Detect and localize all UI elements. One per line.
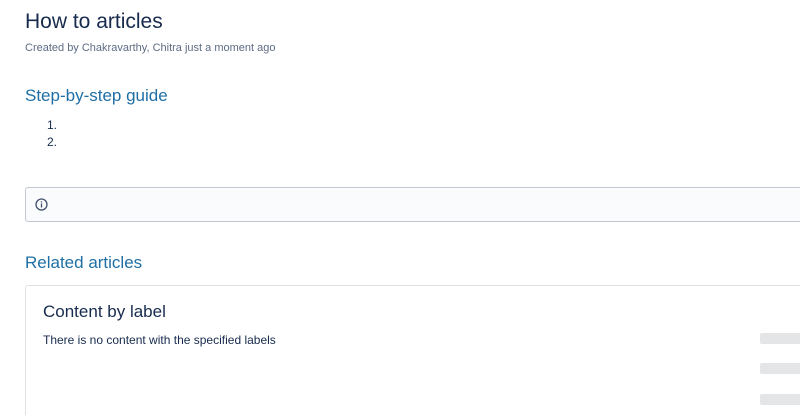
confluence-page: How to articles Created by Chakravarthy,… <box>0 0 800 415</box>
step-item[interactable]: 1. <box>47 117 57 134</box>
loading-placeholder <box>760 333 800 344</box>
info-panel[interactable] <box>25 187 800 222</box>
related-articles-heading: Related articles <box>25 253 143 272</box>
page-byline: Created by Chakravarthy, Chitra just a m… <box>25 42 276 54</box>
page-title: How to articles <box>25 10 163 33</box>
loading-placeholder <box>760 363 800 374</box>
macro-title: Content by label <box>43 302 166 321</box>
macro-empty-message: There is no content with the specified l… <box>43 333 276 347</box>
step-item[interactable]: 2. <box>47 134 57 151</box>
loading-placeholder <box>760 394 800 405</box>
info-icon <box>35 198 48 211</box>
steps-list: 1. 2. <box>47 117 57 151</box>
content-by-label-macro: Content by label There is no content wit… <box>25 285 800 415</box>
step-by-step-heading: Step-by-step guide <box>25 86 168 105</box>
